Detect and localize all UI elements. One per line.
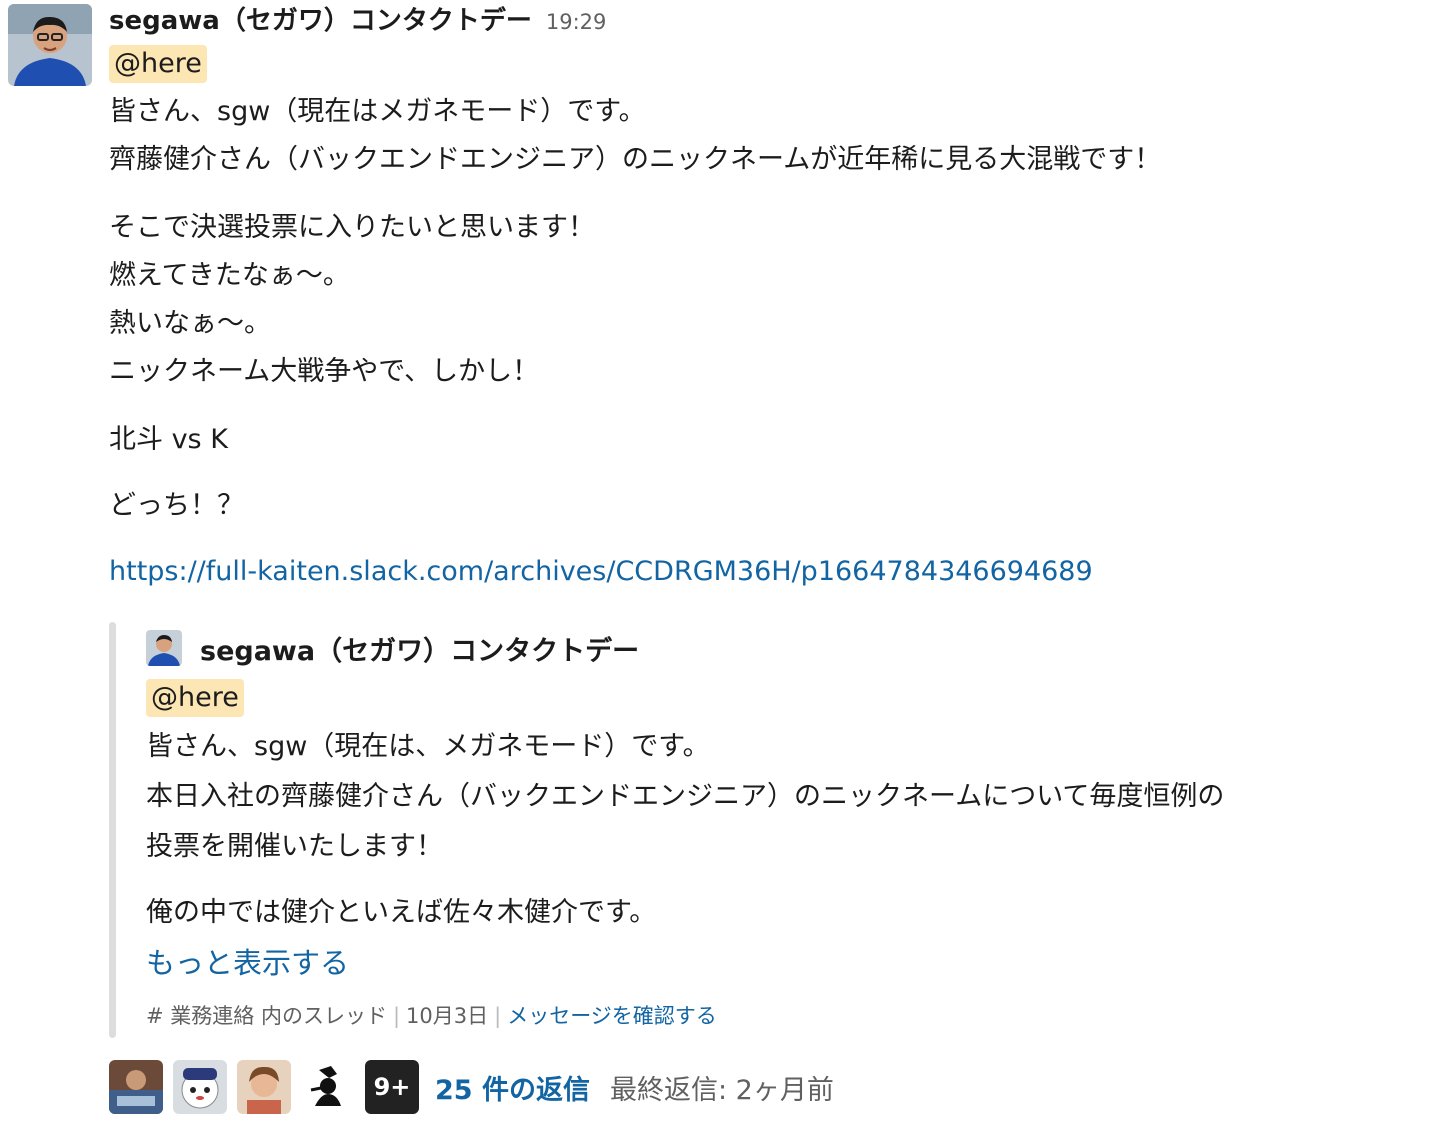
- thread-replies-bar[interactable]: 9+ 25 件の返信 最終返信: 2ヶ月前: [109, 1058, 834, 1116]
- replier-avatar[interactable]: [237, 1060, 291, 1114]
- quoted-line: 皆さん、sgw（現在は、メガネモード）です。: [146, 731, 710, 762]
- quoted-line: 俺の中では健介といえば佐々木健介です。: [146, 897, 657, 928]
- quote-bar: [109, 622, 116, 1038]
- sender-name[interactable]: segawa（セガワ）コンタクトデー: [109, 0, 532, 37]
- thread-channel[interactable]: # 業務連絡 内のスレッド: [146, 1004, 387, 1028]
- message-line: 齊藤健介さん（バックエンドエンジニア）のニックネームが近年稀に見る大混戦です！: [109, 144, 1162, 175]
- message-line: ニックネーム大戦争やで、しかし！: [109, 356, 540, 387]
- quoted-footer: # 業務連絡 内のスレッド | 10月3日 | メッセージを確認する: [146, 992, 1436, 1040]
- message-line: 皆さん、sgw（現在はメガネモード）です。: [109, 96, 646, 127]
- view-message-link[interactable]: メッセージを確認する: [507, 1004, 717, 1028]
- show-more-link[interactable]: もっと表示する: [146, 938, 1436, 988]
- archive-link[interactable]: https://full-kaiten.slack.com/archives/C…: [109, 548, 1429, 596]
- message-line: 北斗 vs K: [109, 424, 228, 455]
- replier-avatar[interactable]: [301, 1060, 355, 1114]
- message-header: segawa（セガワ）コンタクトデー 19:29: [109, 0, 1429, 40]
- quoted-line: 投票を開催いたします！: [146, 831, 443, 862]
- message-line: どっち！？: [109, 490, 244, 521]
- footer-divider: |: [494, 1004, 502, 1028]
- sender-avatar[interactable]: [8, 4, 92, 86]
- message-line: そこで決選投票に入りたいと思います！: [109, 212, 595, 243]
- reply-count-link[interactable]: 25 件の返信: [435, 1068, 590, 1107]
- message-timestamp[interactable]: 19:29: [546, 10, 607, 34]
- more-repliers-badge[interactable]: 9+: [365, 1060, 419, 1114]
- replier-avatar[interactable]: [173, 1060, 227, 1114]
- quoted-sender-name[interactable]: segawa（セガワ）コンタクトデー: [200, 629, 639, 668]
- quoted-message[interactable]: segawa（セガワ）コンタクトデー @here 皆さん、sgw（現在は、メガネ…: [109, 622, 1429, 1038]
- replier-avatar[interactable]: [109, 1060, 163, 1114]
- message-line: 燃えてきたなぁ〜。: [109, 260, 350, 291]
- quoted-date[interactable]: 10月3日: [406, 1004, 488, 1028]
- quoted-sender-avatar[interactable]: [146, 630, 182, 666]
- footer-divider: |: [392, 1004, 401, 1028]
- message-line: 熱いなぁ〜。: [109, 308, 271, 339]
- here-mention[interactable]: @here: [109, 45, 207, 83]
- quoted-line: 本日入社の齊藤健介さん（バックエンドエンジニア）のニックネームについて毎度恒例の: [146, 781, 1225, 812]
- quoted-here-mention[interactable]: @here: [146, 679, 244, 717]
- last-reply-time: 最終返信: 2ヶ月前: [609, 1074, 834, 1106]
- message: segawa（セガワ）コンタクトデー 19:29 @here 皆さん、sgw（現…: [109, 0, 1429, 596]
